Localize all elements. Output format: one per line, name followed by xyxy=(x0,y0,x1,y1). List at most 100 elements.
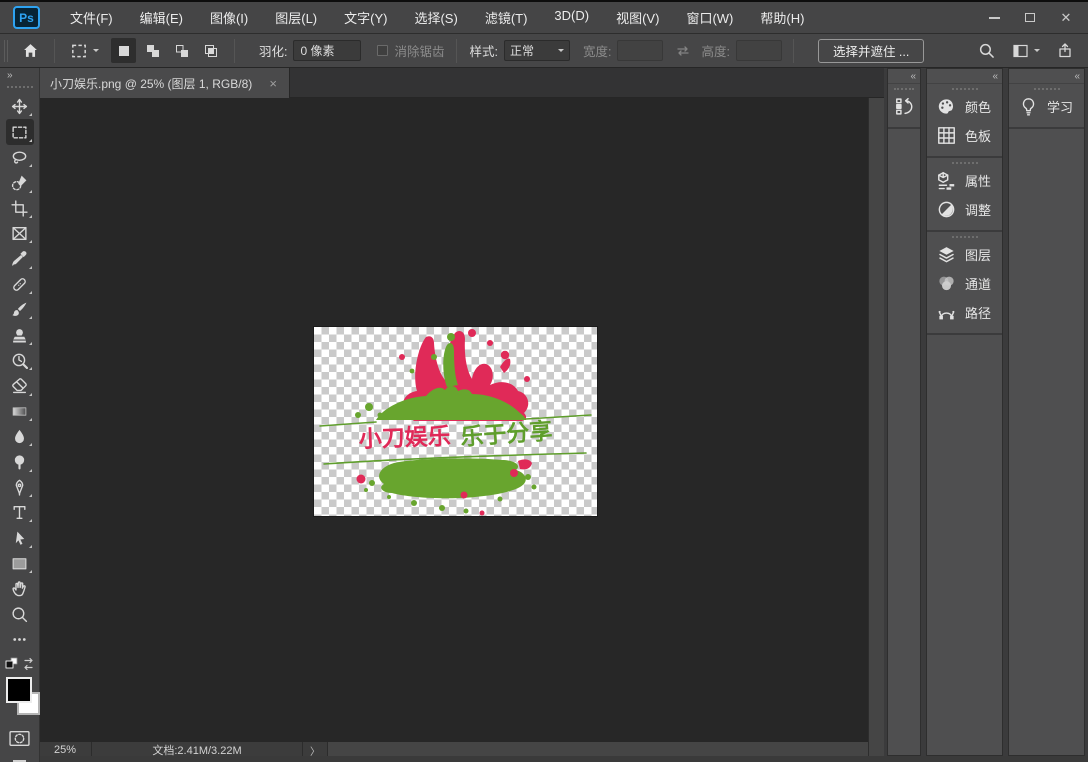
menu-type[interactable]: 文字(Y) xyxy=(344,8,387,27)
panel-grip[interactable] xyxy=(894,88,914,90)
window-bottom-edge xyxy=(40,756,1088,762)
lightbulb-icon xyxy=(1019,97,1038,116)
canvas-pasteboard[interactable]: 小刀娱乐 乐于分享 xyxy=(40,98,868,742)
feather-input[interactable]: 0 像素 xyxy=(293,40,362,61)
zoom-tool[interactable] xyxy=(6,602,34,627)
move-tool[interactable] xyxy=(6,94,34,119)
frame-tool[interactable] xyxy=(6,221,34,246)
workspace-icon xyxy=(1013,44,1028,57)
subtract-from-selection-button[interactable] xyxy=(169,38,194,63)
panel-button-swatches[interactable]: 色板 xyxy=(927,121,1002,150)
panel-grip[interactable] xyxy=(1033,88,1060,90)
swap-colors-icon[interactable] xyxy=(23,657,33,671)
type-tool[interactable] xyxy=(6,500,34,525)
foreground-color-swatch[interactable] xyxy=(5,676,32,703)
edit-toolbar-button[interactable] xyxy=(6,627,34,652)
panel-grip[interactable] xyxy=(951,88,978,90)
panel-button-properties[interactable]: 属性 xyxy=(927,166,1002,195)
pen-tool[interactable] xyxy=(6,475,34,500)
panel-button-history[interactable] xyxy=(888,92,920,121)
menu-file[interactable]: 文件(F) xyxy=(70,8,113,27)
width-input[interactable] xyxy=(617,40,664,61)
hand-tool[interactable] xyxy=(6,576,34,601)
panel-grip[interactable] xyxy=(951,236,978,238)
select-and-mask-button[interactable]: 选择并遮住 ... xyxy=(817,38,925,63)
workspace-switcher[interactable] xyxy=(1012,43,1040,59)
menu-3d[interactable]: 3D(D) xyxy=(554,8,589,27)
properties-panel-group: 属性 调整 xyxy=(927,162,1002,232)
collapse-dock-button[interactable]: « xyxy=(927,69,1002,84)
clone-stamp-tool[interactable] xyxy=(6,322,34,347)
new-selection-icon xyxy=(118,45,129,56)
collapse-toolbar-button[interactable]: » xyxy=(7,70,12,81)
panel-button-layers[interactable]: 图层 xyxy=(927,240,1002,269)
home-button[interactable] xyxy=(18,38,43,64)
rectangular-marquee-tool[interactable] xyxy=(5,119,34,145)
tool-preset-button[interactable] xyxy=(66,38,103,64)
quick-selection-tool[interactable] xyxy=(6,170,34,195)
eraser-tool[interactable] xyxy=(6,373,34,398)
search-icon[interactable] xyxy=(978,42,995,59)
chevron-down-icon xyxy=(557,49,564,55)
minimize-button[interactable] xyxy=(976,6,1012,30)
swap-dimensions-button[interactable] xyxy=(671,38,695,64)
menu-window[interactable]: 窗口(W) xyxy=(686,8,733,27)
antialias-checkbox[interactable] xyxy=(377,45,389,56)
swatches-grid-icon xyxy=(937,126,956,145)
collapse-dock-button[interactable]: « xyxy=(888,69,920,84)
home-icon xyxy=(24,44,37,57)
menu-image[interactable]: 图像(I) xyxy=(210,8,248,27)
splash-logo-artwork: 小刀娱乐 乐于分享 xyxy=(319,329,592,516)
feather-label: 羽化: xyxy=(259,45,288,59)
style-select[interactable]: 正常 xyxy=(503,40,570,61)
maximize-button[interactable] xyxy=(1012,6,1048,30)
eyedropper-tool[interactable] xyxy=(6,246,34,271)
history-brush-tool[interactable] xyxy=(6,348,34,373)
close-button[interactable]: ✕ xyxy=(1048,6,1084,30)
share-icon[interactable] xyxy=(1057,42,1073,59)
menu-filter[interactable]: 滤镜(T) xyxy=(485,8,528,27)
blur-tool[interactable] xyxy=(6,424,34,449)
photoshop-window: Ps 文件(F) 编辑(E) 图像(I) 图层(L) 文字(Y) 选择(S) 滤… xyxy=(0,0,1088,762)
brush-tool[interactable] xyxy=(6,297,34,322)
panel-button-paths[interactable]: 路径 xyxy=(927,298,1002,327)
rectangle-tool[interactable] xyxy=(6,551,34,576)
panel-button-adjustments[interactable]: 调整 xyxy=(927,195,1002,224)
history-icon xyxy=(895,97,914,116)
menu-help[interactable]: 帮助(H) xyxy=(760,8,804,27)
gradient-tool[interactable] xyxy=(6,399,34,424)
dodge-tool[interactable] xyxy=(6,449,34,474)
menu-view[interactable]: 视图(V) xyxy=(616,8,659,27)
menu-select[interactable]: 选择(S) xyxy=(414,8,457,27)
lasso-tool[interactable] xyxy=(6,145,34,170)
spot-healing-tool[interactable] xyxy=(6,272,34,297)
photoshop-logo-icon[interactable]: Ps xyxy=(13,6,40,29)
adjustments-circle-icon xyxy=(937,200,956,219)
panel-button-learn[interactable]: 学习 xyxy=(1009,92,1084,121)
collapse-dock-button[interactable]: « xyxy=(1009,69,1084,84)
panel-button-color[interactable]: 颜色 xyxy=(927,92,1002,121)
antialias-label: 消除锯齿 xyxy=(394,45,445,59)
menu-layer[interactable]: 图层(L) xyxy=(275,8,317,27)
new-selection-button[interactable] xyxy=(111,38,136,63)
document-canvas[interactable]: 小刀娱乐 乐于分享 xyxy=(314,327,597,516)
chevron-down-icon xyxy=(93,49,99,55)
intersect-selection-button[interactable] xyxy=(198,38,223,63)
options-separator xyxy=(792,38,794,63)
color-panel-group: 颜色 色板 xyxy=(927,88,1002,158)
tab-close-icon[interactable]: × xyxy=(267,76,279,91)
layers-panel-group: 图层 通道 路径 xyxy=(927,236,1002,335)
toolbar-grip[interactable] xyxy=(6,86,33,88)
panel-button-channels[interactable]: 通道 xyxy=(927,269,1002,298)
panel-grip[interactable] xyxy=(951,162,978,164)
path-selection-tool[interactable] xyxy=(6,525,34,550)
document-tab[interactable]: 小刀娱乐.png @ 25% (图层 1, RGB/8) × xyxy=(40,68,290,98)
height-input[interactable] xyxy=(735,40,782,61)
menu-edit[interactable]: 编辑(E) xyxy=(140,8,183,27)
add-to-selection-button[interactable] xyxy=(140,38,165,63)
crop-tool[interactable] xyxy=(6,196,34,221)
default-colors-icon[interactable] xyxy=(5,657,17,669)
quick-mask-button[interactable] xyxy=(6,726,34,751)
minimize-icon xyxy=(988,16,1000,19)
color-swatches xyxy=(0,675,40,724)
